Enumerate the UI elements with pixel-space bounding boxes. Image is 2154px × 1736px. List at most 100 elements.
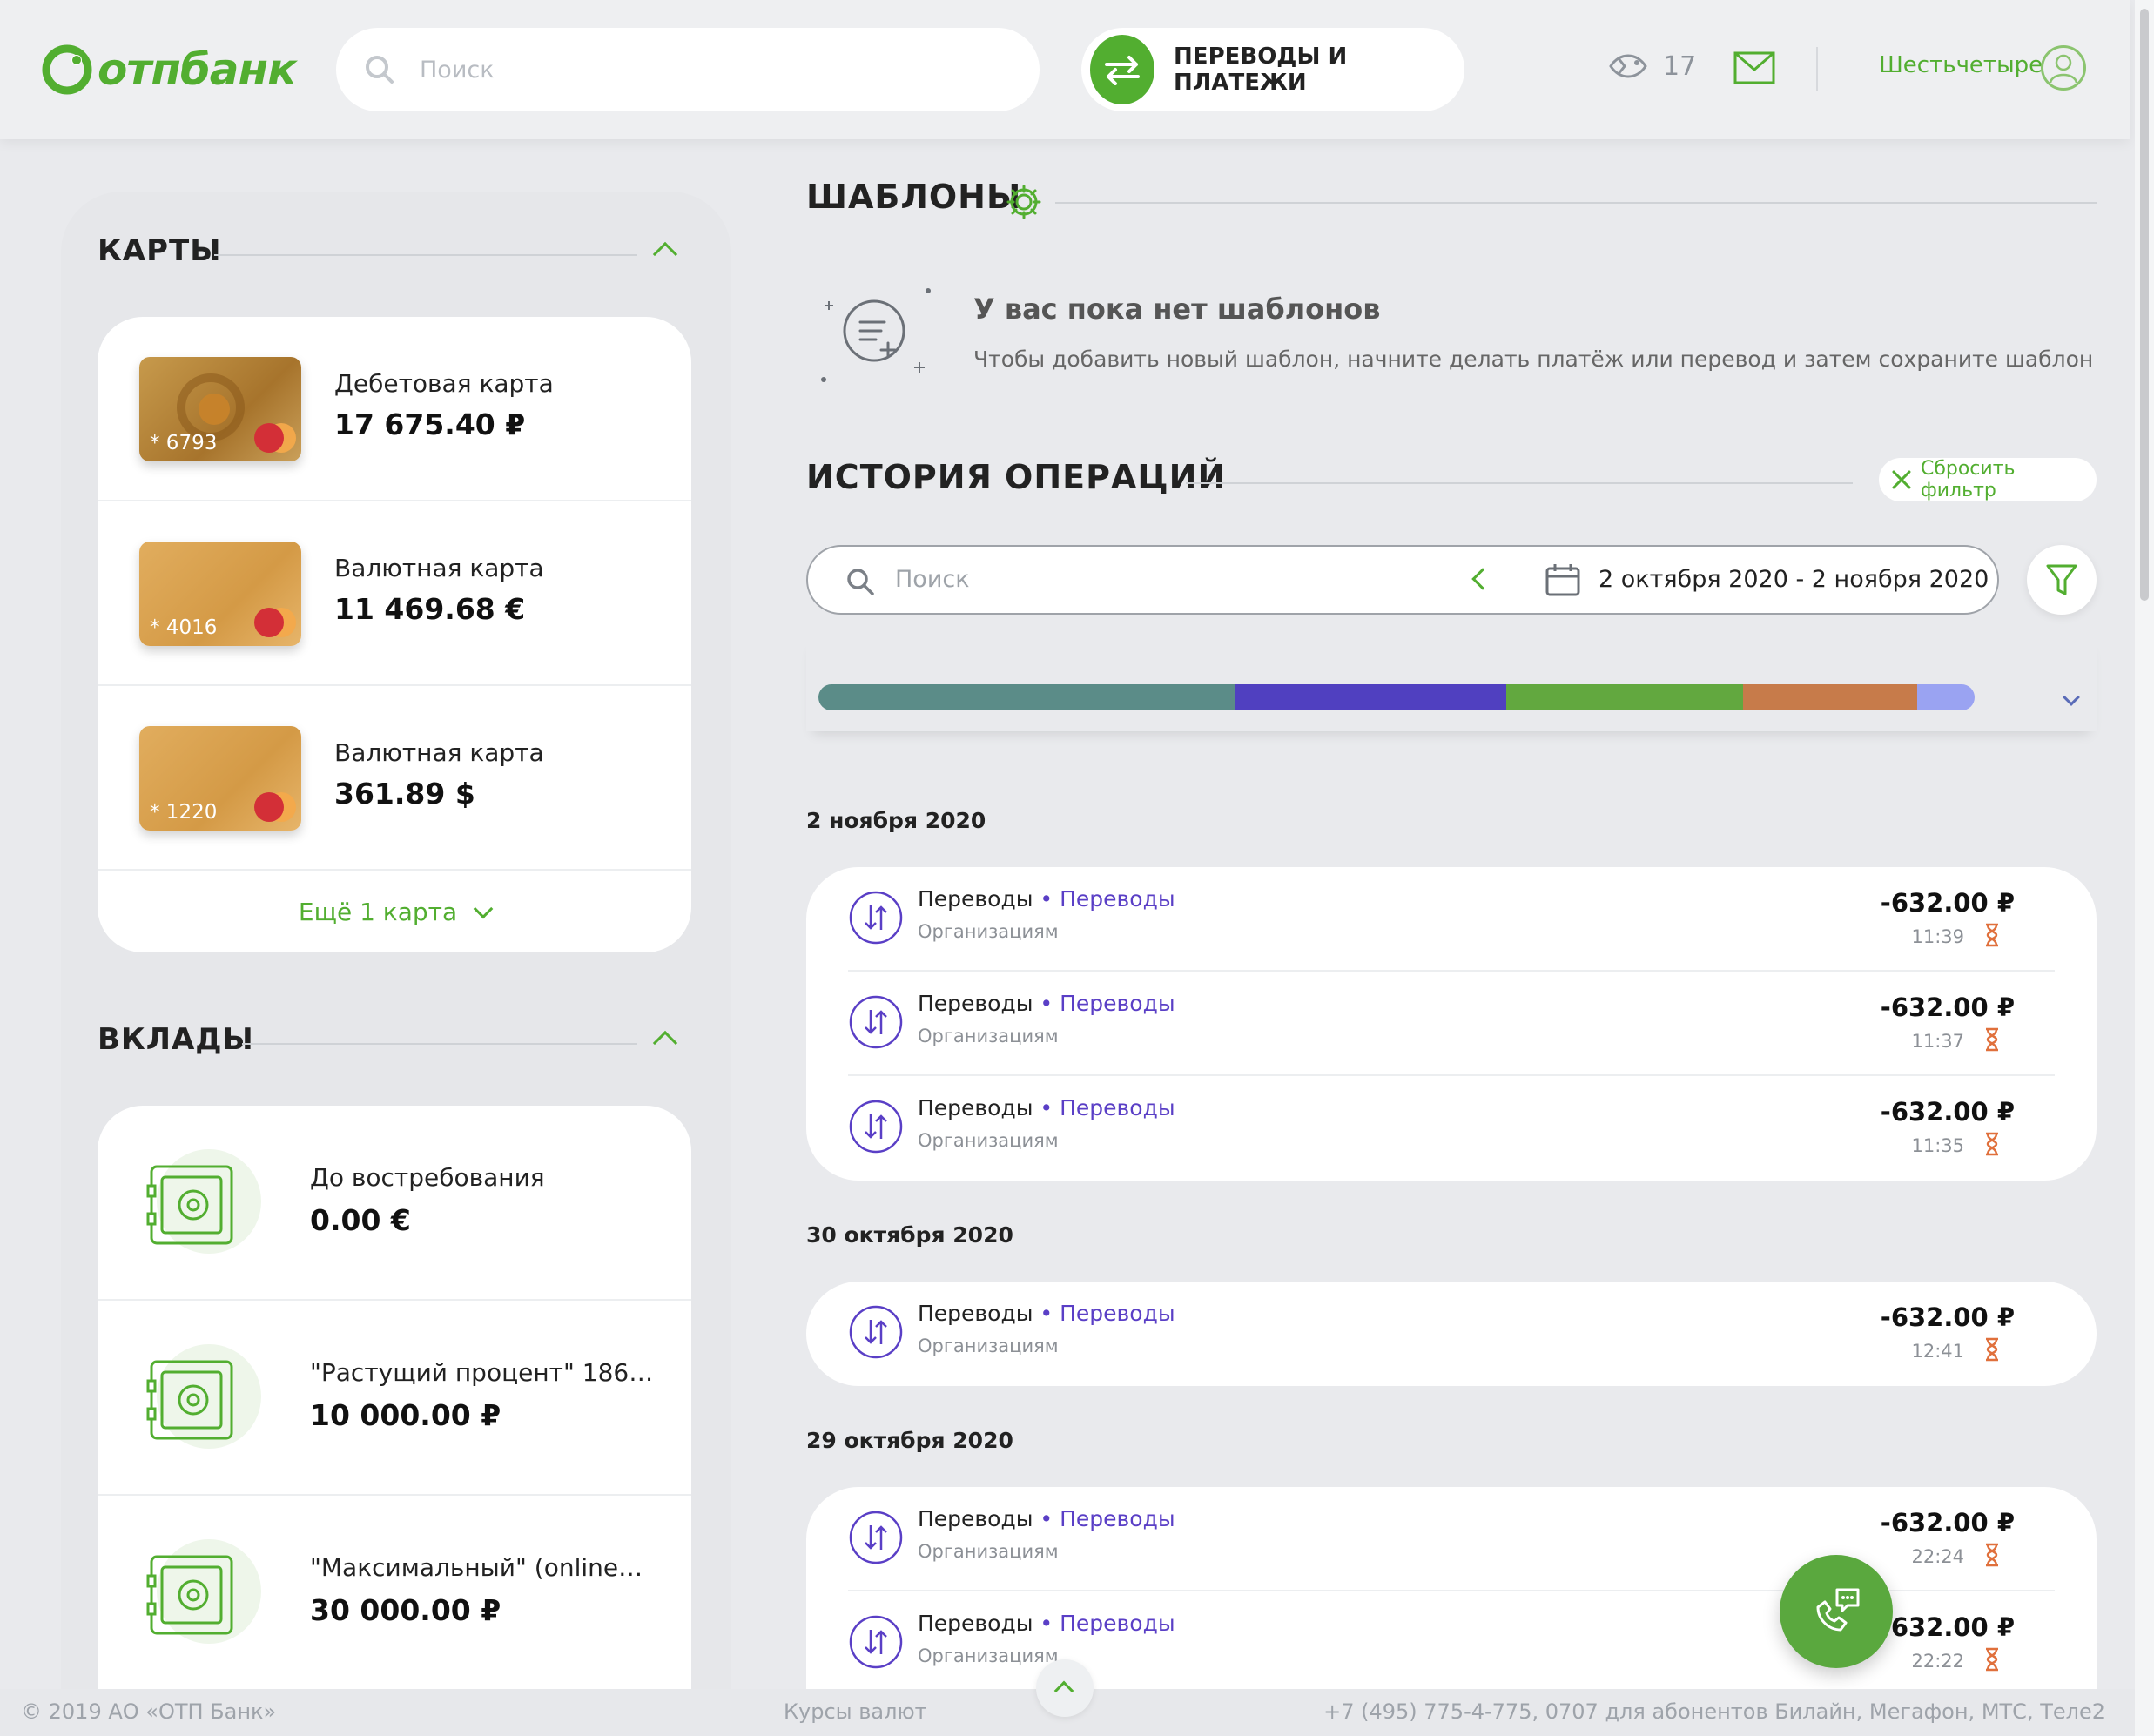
operation-row[interactable]: Переводы • Переводы Организациям -632.00…: [848, 1076, 2055, 1181]
reset-filter-label: Сбросить фильтр: [1920, 458, 2016, 501]
mail-icon[interactable]: [1733, 50, 1776, 85]
operation-time: 12:41: [1911, 1341, 1964, 1362]
transfer-circle-icon: [849, 995, 903, 1049]
avatar[interactable]: [2041, 45, 2086, 91]
operation-time: 11:35: [1911, 1135, 1964, 1156]
safe-icon: [146, 1539, 261, 1644]
templates-title-line: [1055, 202, 2097, 204]
card-item[interactable]: * 6793 Дебетовая карта 17 675.40 ₽: [98, 317, 691, 501]
spending-segment[interactable]: [1235, 684, 1507, 710]
copyright: © 2019 АО «ОТП Банк»: [21, 1699, 277, 1724]
transfer-circle-icon: [849, 1511, 903, 1564]
deposit-item[interactable]: До востребования 0.00 €: [98, 1106, 691, 1301]
chevron-down-icon: [473, 898, 494, 919]
transfer-circle-icon: [849, 891, 903, 945]
gear-icon[interactable]: [1005, 183, 1043, 221]
operation-category: Переводы: [1060, 1611, 1175, 1636]
operation-type: Переводы: [918, 1095, 1033, 1120]
operation-amount: -632.00 ₽: [1880, 1612, 2015, 1642]
global-search-input[interactable]: Поиск: [336, 28, 1040, 111]
operation-amount: -632.00 ₽: [1880, 1302, 2015, 1332]
deposit-name: До востребования: [310, 1163, 545, 1192]
transfer-circle-icon: [849, 1100, 903, 1154]
previous-period-chevron-icon[interactable]: [1471, 568, 1494, 590]
operation-row[interactable]: Переводы • Переводы Организациям -632.00…: [848, 972, 2055, 1076]
operations-group: Переводы • Переводы Организациям -632.00…: [806, 1282, 2097, 1386]
operation-title: Переводы • Переводы: [918, 1301, 1175, 1326]
spending-segment[interactable]: [1743, 684, 1917, 710]
filter-icon: [2046, 564, 2077, 595]
operation-type: Переводы: [918, 991, 1033, 1016]
spending-segment[interactable]: [818, 684, 1235, 710]
operation-time: 11:37: [1911, 1031, 1964, 1052]
date-range[interactable]: 2 октября 2020 - 2 ноября 2020: [1599, 566, 1989, 593]
card-image: * 1220: [139, 726, 301, 831]
hourglass-icon: [1986, 1132, 1998, 1156]
transfer-arrows-icon: [1090, 35, 1155, 104]
operation-type: Переводы: [918, 1611, 1033, 1636]
hourglass-icon: [1986, 1543, 1998, 1567]
call-chat-button[interactable]: [1780, 1555, 1893, 1668]
operation-subtitle: Организациям: [918, 1130, 1059, 1151]
history-title-line: [1186, 482, 1853, 484]
user-icon: [2049, 54, 2078, 84]
search-placeholder: Поиск: [420, 56, 495, 84]
hourglass-icon: [1986, 1647, 1998, 1672]
username[interactable]: Шестьчетыре: [1879, 52, 2043, 78]
calendar-icon[interactable]: [1545, 562, 1581, 597]
card-balance: 17 675.40 ₽: [334, 407, 526, 441]
deposit-item[interactable]: "Растущий процент" 186… 10 000.00 ₽: [98, 1301, 691, 1496]
reset-filter-button[interactable]: Сбросить фильтр: [1879, 458, 2097, 501]
card-balance: 11 469.68 €: [334, 592, 526, 626]
operation-title: Переводы • Переводы: [918, 1095, 1175, 1120]
spending-segment[interactable]: [1916, 684, 1975, 710]
scroll-up-button[interactable]: [1036, 1659, 1094, 1717]
card-image: * 4016: [139, 542, 301, 646]
deposit-balance: 10 000.00 ₽: [310, 1398, 501, 1432]
operation-subtitle: Организациям: [918, 921, 1059, 942]
deposit-name: "Максимальный" (online…: [310, 1553, 643, 1582]
template-doc-icon: [821, 288, 931, 382]
spending-stacked-bar[interactable]: [818, 684, 1975, 710]
operation-type: Переводы: [918, 1506, 1033, 1531]
filter-button[interactable]: [2027, 545, 2097, 615]
spending-segment[interactable]: [1506, 684, 1744, 710]
cards-title-line: [214, 254, 637, 256]
deposit-item[interactable]: "Максимальный" (online… 30 000.00 ₽: [98, 1496, 691, 1691]
card-item[interactable]: * 4016 Валютная карта 11 469.68 €: [98, 501, 691, 686]
day-label: 2 ноября 2020: [806, 808, 986, 833]
scrollbar-thumb[interactable]: [2140, 9, 2149, 601]
notifications-button[interactable]: 17: [1607, 45, 1696, 87]
expand-breakdown-chevron-icon[interactable]: [2063, 689, 2080, 706]
cards-title: КАРТЫ: [98, 233, 222, 268]
spending-breakdown: [806, 636, 2097, 731]
more-cards-label: Ещё 1 карта: [298, 897, 458, 926]
operation-separator: •: [1033, 1611, 1060, 1636]
card-item[interactable]: * 1220 Валютная карта 361.89 $: [98, 686, 691, 871]
operation-row[interactable]: Переводы • Переводы Организациям -632.00…: [848, 867, 2055, 972]
operation-subtitle: Организациям: [918, 1541, 1059, 1562]
operation-amount: -632.00 ₽: [1880, 1508, 2015, 1538]
operation-amount: -632.00 ₽: [1880, 992, 2015, 1022]
currency-rates-link[interactable]: Курсы валют: [784, 1699, 927, 1724]
scrollbar[interactable]: [2135, 0, 2154, 1736]
top-header: отпбанк Поиск ПЕРЕВОДЫ И ПЛАТЕЖИ 17 Шест…: [0, 0, 2130, 139]
search-icon: [366, 56, 394, 84]
history-search-placeholder: Поиск: [895, 566, 970, 593]
deposits-title-line: [242, 1043, 637, 1045]
deposits-title: ВКЛАДЫ: [98, 1022, 254, 1057]
day-label: 29 октября 2020: [806, 1428, 1013, 1453]
card-number: * 4016: [150, 616, 218, 639]
hourglass-icon: [1986, 923, 1998, 947]
operation-subtitle: Организациям: [918, 1336, 1059, 1356]
operation-amount: -632.00 ₽: [1880, 888, 2015, 918]
templates-title: ШАБЛОНЫ: [806, 178, 1022, 216]
history-search-bar[interactable]: Поиск 2 октября 2020 - 2 ноября 2020: [806, 545, 1999, 615]
transfer-circle-icon: [849, 1305, 903, 1359]
operation-row[interactable]: Переводы • Переводы Организациям -632.00…: [848, 1282, 2055, 1386]
operation-category: Переводы: [1060, 1506, 1175, 1531]
logo[interactable]: отпбанк: [42, 42, 297, 98]
more-cards-button[interactable]: Ещё 1 карта: [98, 871, 691, 952]
operation-category: Переводы: [1060, 1301, 1175, 1326]
transfers-payments-button[interactable]: ПЕРЕВОДЫ И ПЛАТЕЖИ: [1081, 28, 1464, 111]
